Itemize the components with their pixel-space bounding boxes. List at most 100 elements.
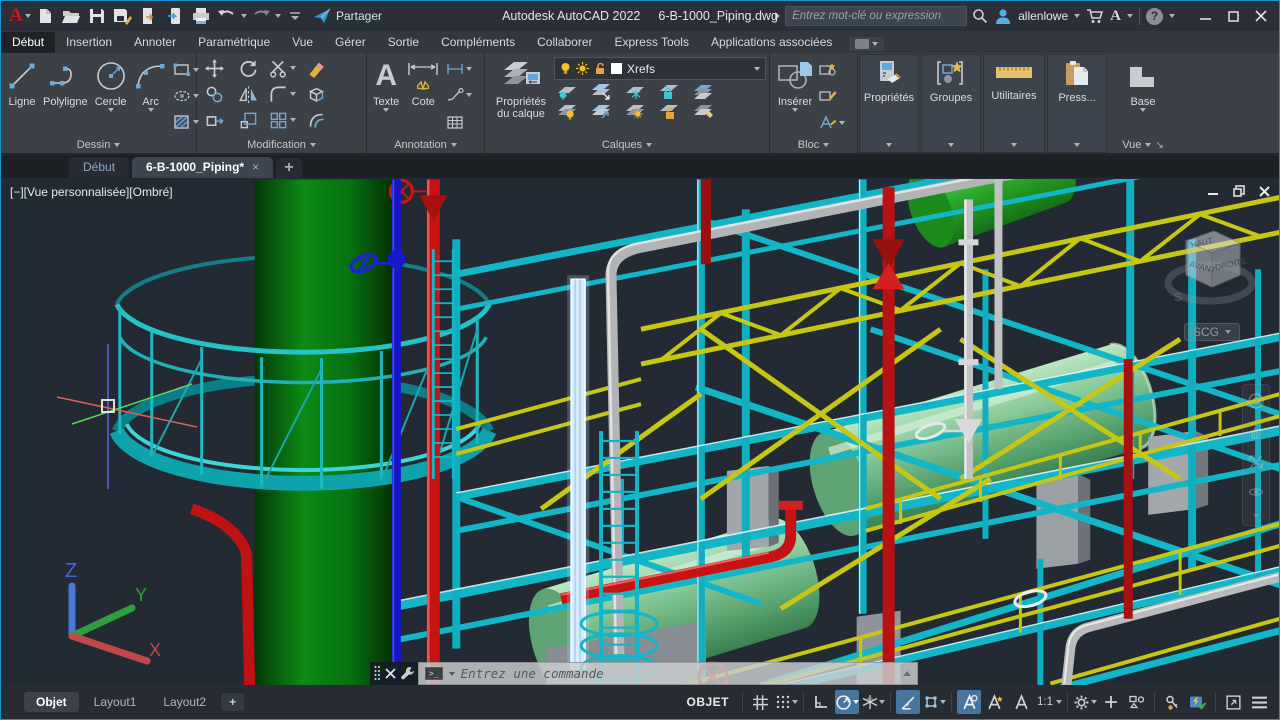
array-button[interactable] — [269, 111, 296, 130]
layer-lock-icon[interactable] — [658, 83, 680, 100]
export-button[interactable] — [137, 4, 161, 28]
undo-button[interactable] — [215, 4, 239, 28]
minimize-button[interactable] — [1191, 3, 1219, 29]
viewport-minimize-icon[interactable] — [1208, 186, 1219, 197]
customization-button[interactable] — [1247, 690, 1271, 714]
viewport-restore-icon[interactable] — [1233, 185, 1245, 197]
object-snap-tracking-toggle[interactable] — [896, 690, 920, 714]
layer-unlock2-icon[interactable] — [658, 103, 680, 120]
leader-button[interactable] — [446, 88, 472, 102]
ribbon-tab-parametrique[interactable]: Paramétrique — [187, 32, 281, 53]
graphics-performance-button[interactable] — [1186, 690, 1210, 714]
ribbon-tab-express-tools[interactable]: Express Tools — [603, 32, 699, 53]
new-drawing-tab-button[interactable]: + — [276, 158, 302, 178]
command-input-bar[interactable]: >_ Entrez une commande — [418, 662, 918, 685]
rotate-button[interactable] — [239, 59, 258, 78]
command-customize-wrench-icon[interactable] — [400, 666, 415, 681]
panel-proprietes[interactable]: Propriétés — [859, 54, 919, 153]
close-button[interactable] — [1247, 3, 1275, 29]
crosshair-plus-button[interactable] — [1099, 690, 1123, 714]
autodesk-app-icon[interactable]: A — [1110, 8, 1121, 25]
table-button[interactable] — [446, 115, 472, 130]
open-file-button[interactable] — [59, 4, 83, 28]
isodraft-toggle[interactable] — [861, 690, 885, 714]
file-tab-close-icon[interactable]: × — [252, 157, 259, 178]
redo-dropdown[interactable] — [275, 14, 281, 18]
layer-dropdown-arrow[interactable] — [754, 67, 760, 71]
file-tab-drawing[interactable]: 6-B-1000_Piping*× — [132, 157, 273, 178]
trim-button[interactable] — [269, 59, 296, 78]
command-input-text[interactable]: Entrez une commande — [461, 666, 897, 681]
text-button[interactable]: A Texte — [370, 55, 402, 137]
command-history-arrow[interactable] — [903, 671, 911, 676]
annotation-scale-button[interactable] — [1009, 690, 1033, 714]
ribbon-tab-applications[interactable]: Applications associées — [700, 32, 843, 53]
ribbon-tab-gerer[interactable]: Gérer — [324, 32, 377, 53]
erase-button[interactable] — [307, 59, 326, 78]
panel-label-annotation[interactable]: Annotation — [367, 137, 484, 153]
viewcube[interactable]: S HAUT AVANT DROITE — [1164, 219, 1256, 315]
layer-isolate-icon[interactable] — [556, 83, 578, 100]
command-prompt-icon[interactable]: >_ — [425, 667, 443, 680]
ribbon-tab-debut[interactable]: Début — [1, 32, 55, 53]
copy-button[interactable] — [205, 85, 224, 104]
pan-hand-icon[interactable] — [1248, 424, 1264, 440]
autodesk-app-dropdown[interactable] — [1127, 14, 1133, 18]
layer-off-icon[interactable] — [556, 103, 578, 120]
ribbon-tab-collaborer[interactable]: Collaborer — [526, 32, 603, 53]
panel-presse-papiers[interactable]: Press... — [1047, 54, 1107, 153]
mirror-button[interactable] — [239, 85, 258, 104]
polyline-button[interactable]: Polyligne — [40, 55, 91, 137]
annotation-visibility-toggle[interactable] — [957, 690, 981, 714]
isolate-objects-button[interactable] — [1160, 690, 1184, 714]
layer-make-current-icon[interactable] — [590, 103, 612, 120]
dimension-button[interactable]: Cote — [402, 55, 444, 137]
scale-button[interactable] — [239, 111, 258, 130]
layer-properties-button[interactable]: Propriétésdu calque — [488, 55, 554, 137]
redo-button[interactable] — [249, 4, 273, 28]
viewport-controls[interactable]: [−][Vue personnalisée][Ombré] — [10, 185, 173, 199]
panel-label-vue[interactable]: Vue↘ — [1108, 137, 1178, 153]
steering-wheel-icon[interactable] — [1247, 392, 1265, 410]
orbit-icon[interactable] — [1248, 484, 1264, 500]
panel-utilitaires[interactable]: Utilitaires — [983, 54, 1045, 153]
print-button[interactable] — [189, 4, 213, 28]
share-button[interactable]: Partager — [313, 8, 382, 24]
offset-button[interactable] — [307, 111, 326, 130]
layer-freeze-sun-icon[interactable] — [576, 62, 589, 75]
arc-button[interactable]: Arc — [131, 55, 171, 137]
panel-label-modification[interactable]: Modification — [197, 137, 366, 153]
layer-unlock-icon[interactable] — [594, 62, 606, 75]
save-button[interactable] — [85, 4, 109, 28]
hatch-button[interactable] — [173, 114, 199, 130]
search-icon[interactable] — [972, 8, 988, 24]
signed-in-user[interactable]: allenlowe — [1018, 9, 1068, 23]
file-tab-start[interactable]: Début — [69, 157, 129, 178]
new-file-button[interactable] — [33, 4, 57, 28]
user-avatar-icon[interactable] — [994, 7, 1012, 25]
define-attributes-button[interactable] — [819, 115, 845, 130]
ribbon-tab-annoter[interactable]: Annoter — [123, 32, 187, 53]
panel-groupes[interactable]: Groupes — [921, 54, 981, 153]
viewport-close-icon[interactable] — [1259, 186, 1270, 197]
ribbon-display-button[interactable] — [849, 37, 884, 51]
help-button[interactable]: ? — [1146, 8, 1163, 25]
layer-unisolate-icon[interactable] — [590, 83, 612, 100]
search-input[interactable] — [785, 6, 967, 26]
layer-match-icon[interactable] — [692, 83, 714, 100]
ribbon-tab-complements[interactable]: Compléments — [430, 32, 526, 53]
search-expand-icon[interactable] — [775, 12, 780, 20]
layout-tab-layout2[interactable]: Layout2 — [151, 692, 218, 712]
ucs-selector[interactable]: SCG — [1184, 323, 1240, 341]
open-from-mobile-button[interactable] — [163, 4, 187, 28]
command-grip-handle[interactable] — [373, 665, 381, 683]
layer-thaw-icon[interactable] — [624, 103, 646, 120]
clean-screen-button[interactable] — [1221, 690, 1245, 714]
scale-list-button[interactable]: 1:1 — [1035, 690, 1062, 714]
rectangle-button[interactable] — [173, 62, 199, 78]
base-view-button[interactable]: Base — [1123, 55, 1163, 137]
stretch-button[interactable] — [205, 111, 224, 130]
layer-color-swatch[interactable] — [611, 63, 622, 74]
layout-tab-model[interactable]: Objet — [24, 692, 79, 712]
object-snap-toggle[interactable] — [922, 690, 946, 714]
